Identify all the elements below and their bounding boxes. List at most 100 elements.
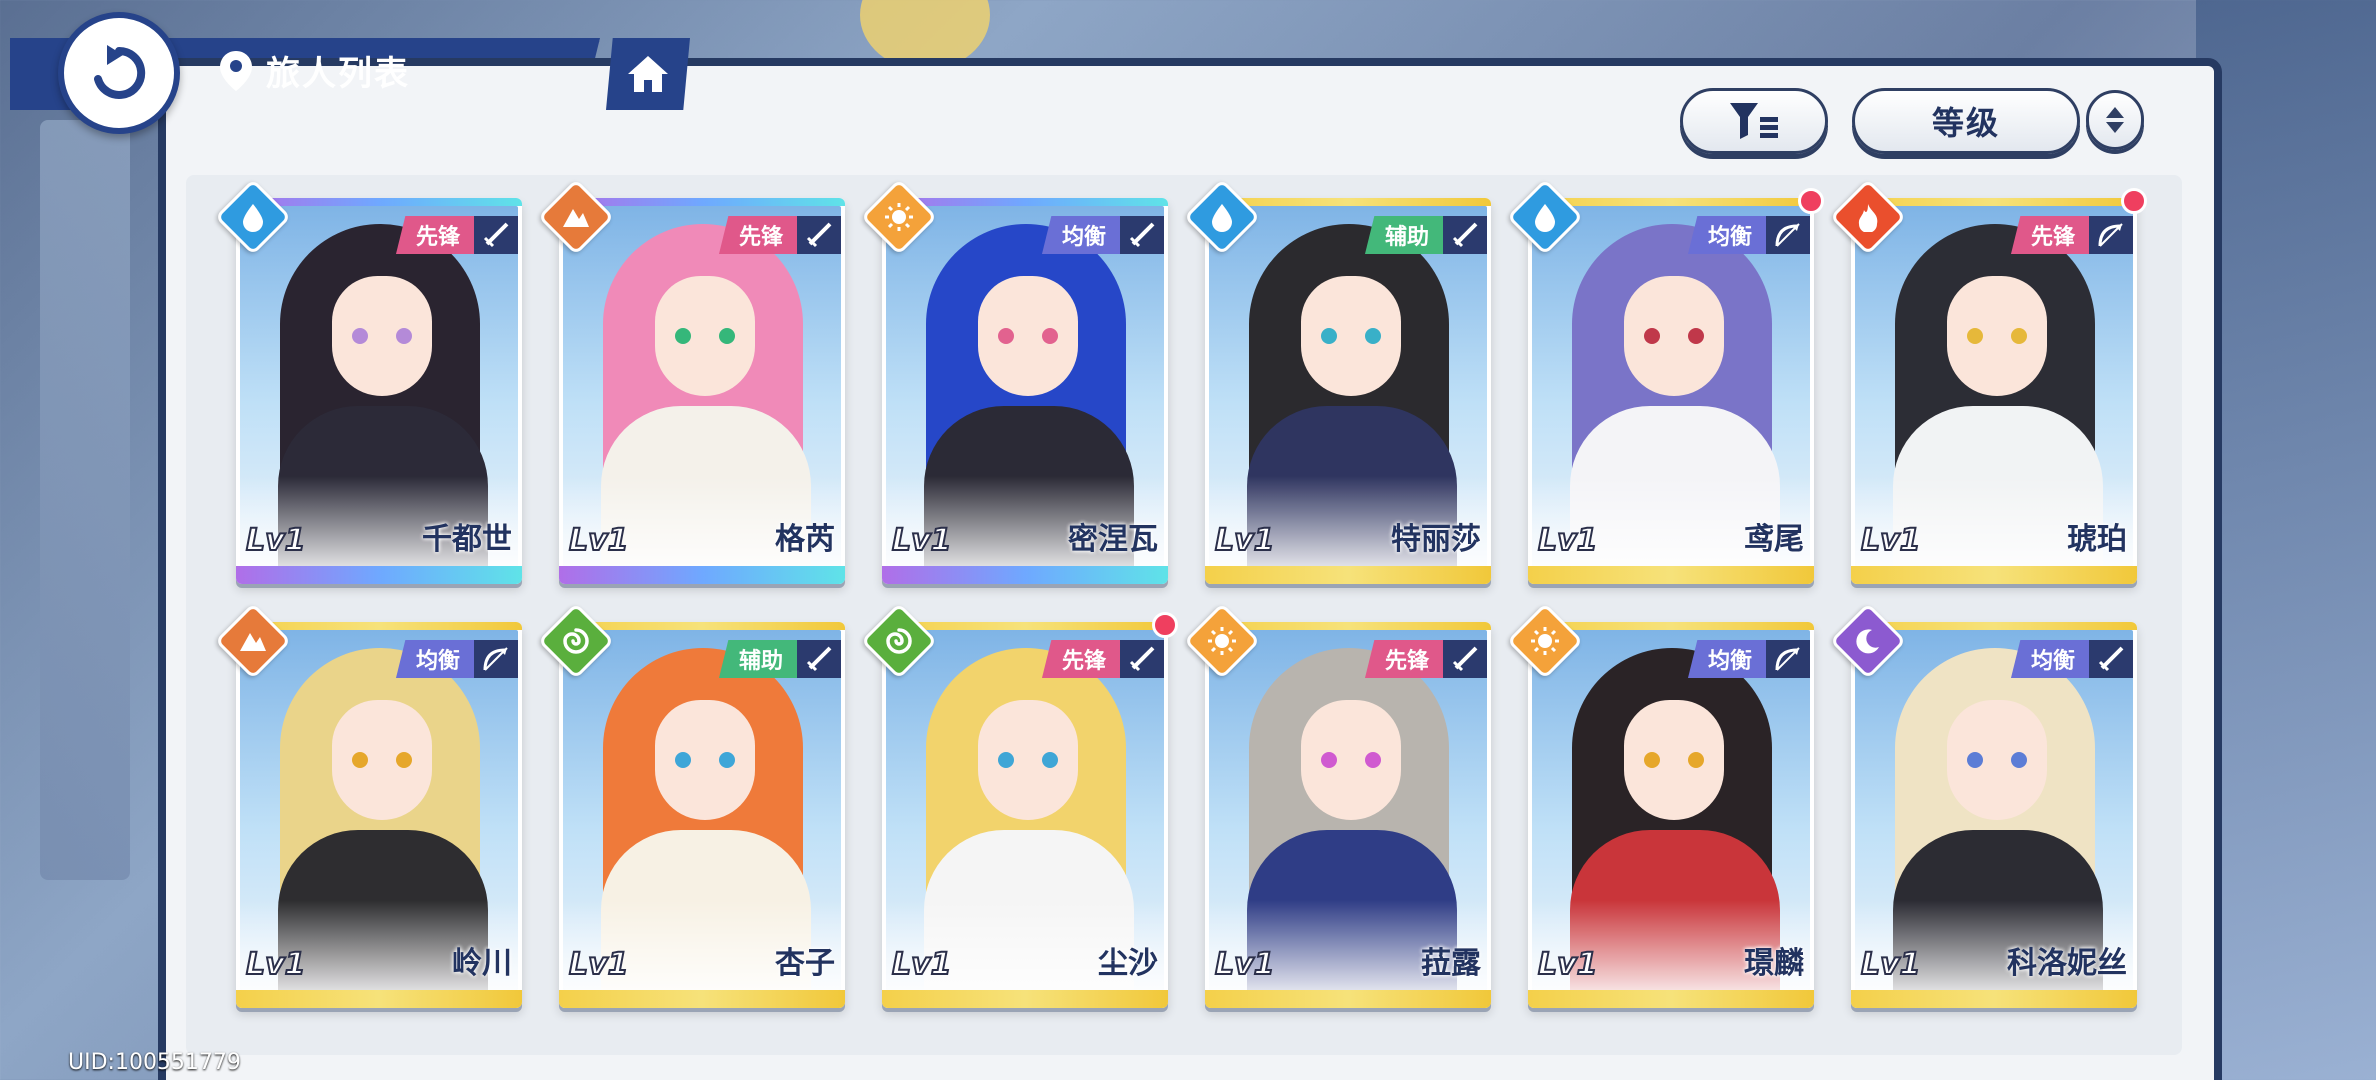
sort-order-button[interactable] [2086,90,2144,150]
uid-label: UID:100551779 [68,1050,241,1075]
character-card[interactable]: 先锋 Lv1 千都世 [214,178,522,584]
character-name: 杏子 [775,946,835,981]
portrait-face [1947,276,2047,396]
new-notification-dot [1152,612,1178,638]
rarity-stripe-bottom [1205,990,1491,1008]
portrait-eye [998,328,1014,344]
portrait-face [655,700,755,820]
sword-icon [2089,640,2133,678]
portrait-eye [1321,752,1337,768]
character-name: 璟麟 [1744,946,1804,981]
rarity-stripe-bottom [236,990,522,1008]
sword-icon [1120,216,1164,254]
portrait-eye [1042,328,1058,344]
character-name: 琥珀 [2067,522,2127,557]
character-name: 鸢尾 [1744,522,1804,557]
character-card[interactable]: 辅助 Lv1 杏子 [537,602,845,1008]
character-portrait [1209,206,1487,566]
portrait-face [332,276,432,396]
character-portrait [563,630,841,990]
character-level: Lv1 [245,946,307,983]
character-level: Lv1 [891,522,953,559]
rarity-stripe-bottom [1528,990,1814,1008]
portrait-eye [1688,328,1704,344]
portrait-eye [1365,752,1381,768]
character-card[interactable]: 均衡 Lv1 岭川 [214,602,522,1008]
character-level: Lv1 [1214,946,1276,983]
character-card-grid: 先锋 Lv1 千都世 先锋 Lv1 格芮 均衡 Lv1 密涅瓦 辅助 Lv1 特… [214,178,2147,1008]
role-tag: 均衡 [1687,640,1810,678]
location-pin-icon [220,50,252,91]
portrait-eye [1644,328,1660,344]
filter-button[interactable] [1680,88,1828,154]
sword-icon [1443,640,1487,678]
portrait-eye [1967,752,1983,768]
character-portrait [886,206,1164,566]
character-card[interactable]: 均衡 Lv1 鸢尾 [1506,178,1824,584]
portrait-face [1301,700,1401,820]
role-label: 均衡 [1687,640,1766,678]
character-portrait [1855,630,2133,990]
character-card[interactable]: 先锋 Lv1 琥珀 [1829,178,2147,584]
portrait-eye [675,752,691,768]
sword-icon [1443,216,1487,254]
character-portrait [1532,630,1810,990]
character-level: Lv1 [1214,522,1276,559]
sword-icon [474,216,518,254]
portrait-face [1301,276,1401,396]
filter-icon [1730,103,1778,139]
character-card[interactable]: 辅助 Lv1 特丽莎 [1183,178,1491,584]
home-button[interactable] [606,38,690,110]
home-icon [628,56,668,92]
character-card[interactable]: 先锋 Lv1 格芮 [537,178,845,584]
new-notification-dot [2121,188,2147,214]
portrait-face [1624,276,1724,396]
character-card[interactable]: 均衡 Lv1 璟麟 [1506,602,1814,1008]
character-portrait [1855,206,2133,566]
portrait-face [655,276,755,396]
portrait-eye [352,328,368,344]
sort-label: 等级 [1931,104,2000,142]
portrait-eye [675,328,691,344]
role-label: 先锋 [1364,640,1443,678]
bow-icon [2089,216,2133,254]
rarity-stripe-bottom [1528,566,1814,584]
character-name: 科洛妮丝 [2007,946,2127,981]
character-name: 格芮 [775,522,835,557]
portrait-face [978,276,1078,396]
role-label: 均衡 [2010,640,2089,678]
portrait-eye [719,328,735,344]
role-label: 先锋 [2010,216,2089,254]
character-card[interactable]: 先锋 Lv1 菈露 [1183,602,1491,1008]
sort-up-icon [2106,107,2124,118]
character-name: 密涅瓦 [1068,522,1158,557]
back-button[interactable] [58,12,180,134]
character-name: 尘沙 [1098,946,1158,981]
portrait-eye [2011,328,2027,344]
portrait-face [1624,700,1724,820]
background-pillar [40,120,130,880]
character-card[interactable]: 均衡 Lv1 密涅瓦 [860,178,1168,584]
character-level: Lv1 [1537,522,1599,559]
new-notification-dot [1798,188,1824,214]
character-card[interactable]: 均衡 Lv1 科洛妮丝 [1829,602,2137,1008]
rarity-stripe-bottom [559,566,845,584]
character-level: Lv1 [568,946,630,983]
character-card[interactable]: 先锋 Lv1 尘沙 [860,602,1178,1008]
character-portrait [563,206,841,566]
role-label: 均衡 [1041,216,1120,254]
role-label: 先锋 [395,216,474,254]
role-tag: 先锋 [1364,640,1487,678]
sword-icon [797,216,841,254]
role-label: 先锋 [1041,640,1120,678]
character-level: Lv1 [1537,946,1599,983]
bow-icon [1766,640,1810,678]
sort-button[interactable]: 等级 [1852,88,2080,154]
role-tag: 先锋 [1041,640,1164,678]
rarity-stripe-bottom [1851,990,2137,1008]
character-level: Lv1 [568,522,630,559]
title-bar: 旅人列表 [218,46,410,95]
portrait-eye [1365,328,1381,344]
role-tag: 均衡 [1687,216,1810,254]
bow-icon [1766,216,1810,254]
